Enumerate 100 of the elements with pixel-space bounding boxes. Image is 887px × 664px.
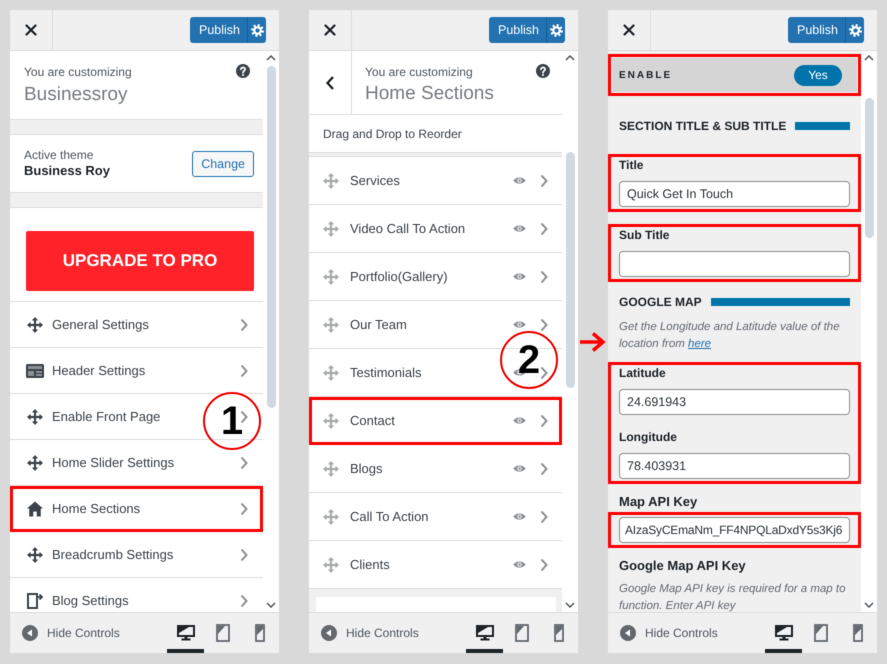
chevron-right-icon — [240, 364, 248, 378]
publish-button[interactable]: Publish — [489, 17, 546, 43]
chevron-right-icon — [240, 410, 248, 424]
home-icon — [27, 500, 43, 516]
chevron-right-icon — [540, 414, 548, 428]
chevron-right-icon — [540, 366, 548, 380]
field-label: Google Map API Key — [619, 558, 746, 574]
left-arrow-circle-icon — [620, 625, 636, 641]
move-icon — [323, 268, 339, 284]
text-field[interactable] — [619, 251, 850, 277]
help-text: Get the Longitude and Latitude value of the location from here — [619, 320, 841, 352]
mobile-icon — [852, 624, 862, 642]
move-icon — [323, 364, 339, 380]
mobile-icon — [254, 624, 264, 642]
customizing-title: Businessroy — [24, 83, 128, 107]
close-icon — [25, 24, 37, 36]
text-field[interactable]: 24.691943 — [619, 389, 850, 415]
chevron-right-icon — [540, 318, 548, 332]
left-arrow-circle-icon — [321, 625, 337, 641]
caret-down-icon[interactable] — [565, 602, 575, 608]
move-icon — [323, 172, 339, 188]
move-icon — [323, 556, 339, 572]
field-label: Sub Title — [619, 229, 670, 241]
menu-item[interactable]: Header Settings — [10, 348, 263, 394]
scrollbar-thumb[interactable] — [566, 152, 574, 388]
link[interactable]: here — [688, 338, 712, 350]
setting-label: ENABLE — [619, 70, 672, 80]
caret-up-icon[interactable] — [565, 55, 575, 61]
left-arrow-circle-icon — [22, 625, 38, 641]
section-heading: GOOGLE MAP — [619, 294, 702, 311]
publish-button[interactable]: Publish — [788, 17, 845, 43]
desktop-icon — [476, 625, 494, 641]
text-field[interactable]: AIzaSyCEmaNm_FF4NPQLaDxdY5s3Kj6 — [619, 517, 850, 543]
tablet-icon — [216, 624, 230, 642]
field-label: Latitude — [619, 367, 666, 379]
text-field[interactable]: Quick Get In Touch — [619, 181, 850, 207]
change-button[interactable]: Change — [192, 150, 254, 176]
settings-icon — [550, 24, 562, 36]
desktop-icon — [774, 625, 792, 641]
settings-icon — [848, 24, 862, 36]
chevron-right-icon — [540, 510, 548, 524]
close-icon — [623, 24, 635, 36]
close-icon — [324, 24, 336, 36]
move-icon — [323, 316, 339, 332]
step-number-callout: 1 — [203, 392, 261, 450]
chevron-right-icon — [540, 462, 548, 476]
reorder-hint: Drag and Drop to Reorder — [323, 126, 462, 140]
caret-down-icon[interactable] — [864, 602, 874, 608]
theme-caption: Active theme — [24, 148, 94, 163]
section-item[interactable]: Contact — [309, 397, 562, 445]
chevron-right-icon — [240, 594, 248, 608]
caret-down-icon[interactable] — [266, 602, 276, 608]
upgrade-button[interactable]: UPGRADE TO PRO — [26, 231, 254, 291]
layout-icon — [26, 364, 44, 378]
help-icon[interactable] — [236, 64, 250, 78]
help-text: Google Map API key is required for a map to function. Enter API key — [619, 582, 846, 612]
move-icon — [27, 408, 43, 424]
chevron-right-icon — [240, 502, 248, 516]
chevron-right-icon — [240, 548, 248, 562]
chevron-right-icon — [240, 318, 248, 332]
field-label: Longitude — [619, 431, 677, 443]
customizing-caption: You are customizing — [365, 64, 473, 80]
step-number-callout: 2 — [500, 331, 558, 389]
settings-button[interactable] — [546, 17, 565, 43]
text-field[interactable]: 78.403931 — [619, 453, 850, 479]
settings-button[interactable] — [247, 17, 266, 43]
field-label: Title — [619, 159, 644, 171]
annotation-arrow — [579, 330, 607, 354]
desktop-icon — [176, 625, 194, 641]
theme-name: Business Roy — [24, 163, 110, 179]
toggle-switch[interactable]: Yes — [794, 64, 842, 86]
section-heading: SECTION TITLE & SUB TITLE — [619, 118, 786, 135]
heading-accent-bar — [795, 122, 850, 130]
chevron-left-icon — [325, 74, 335, 90]
settings-icon — [250, 24, 264, 36]
help-icon[interactable] — [536, 64, 550, 78]
caret-up-icon[interactable] — [266, 55, 276, 61]
mobile-icon — [554, 624, 564, 642]
move-icon — [323, 508, 339, 524]
scrollbar-thumb[interactable] — [266, 66, 276, 408]
chevron-right-icon — [540, 174, 548, 188]
publish-button[interactable]: Publish — [190, 17, 247, 43]
caret-up-icon[interactable] — [864, 55, 874, 61]
scrollbar-thumb[interactable] — [864, 98, 874, 238]
move-icon — [27, 546, 43, 562]
move-icon — [323, 412, 339, 428]
move-icon — [323, 460, 339, 476]
field-label: Map API Key — [619, 494, 698, 510]
document-icon — [26, 592, 44, 610]
chevron-right-icon — [540, 558, 548, 572]
chevron-right-icon — [240, 456, 248, 470]
chevron-right-icon — [540, 222, 548, 236]
move-icon — [323, 220, 339, 236]
settings-button[interactable] — [845, 17, 864, 43]
customizing-title: Home Sections — [365, 82, 494, 106]
tablet-icon — [814, 624, 828, 642]
customizing-caption: You are customizing — [24, 64, 132, 80]
chevron-right-icon — [540, 270, 548, 284]
menu-item[interactable]: Home Sections — [10, 486, 263, 532]
move-icon — [27, 316, 43, 332]
